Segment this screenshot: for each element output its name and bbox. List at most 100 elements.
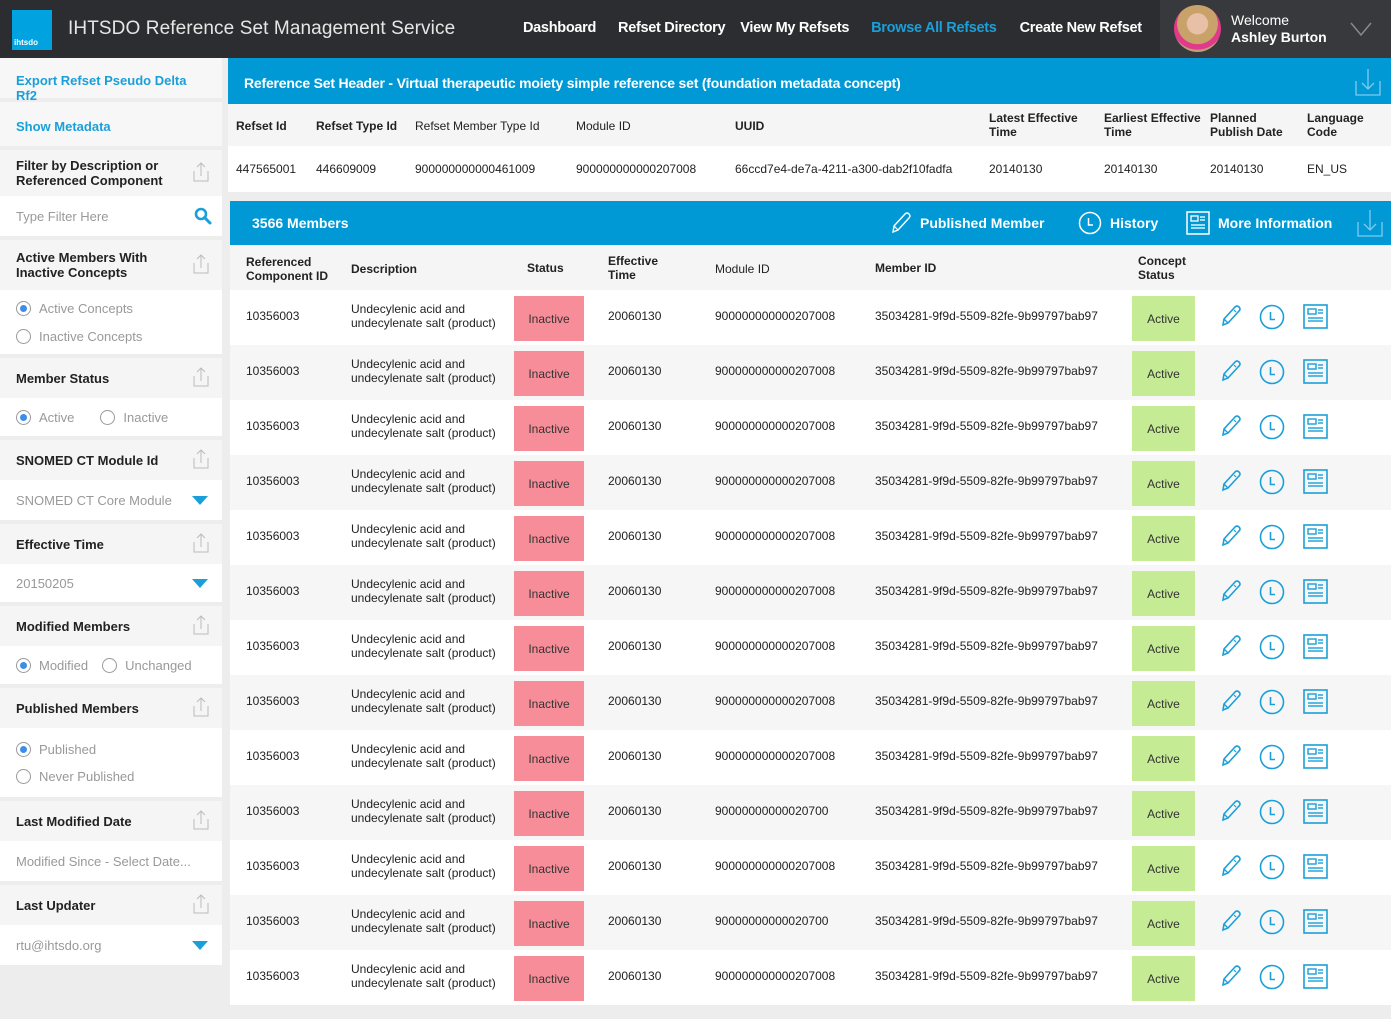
- radio-member-inactive[interactable]: Inactive: [100, 409, 168, 425]
- pencil-icon[interactable]: [1220, 689, 1242, 713]
- clock-icon[interactable]: [1259, 359, 1285, 385]
- last-updater-select[interactable]: rtu@ihtsdo.org: [0, 925, 222, 965]
- radio-never-published[interactable]: Never Published: [16, 768, 134, 784]
- nav-refset-directory[interactable]: Refset Directory: [618, 20, 726, 36]
- referenced-component-id[interactable]: 10356003: [246, 914, 299, 928]
- referenced-component-id[interactable]: 10356003: [246, 529, 299, 543]
- referenced-component-id[interactable]: 10356003: [246, 419, 299, 433]
- radio-button[interactable]: [16, 768, 31, 784]
- nav-dashboard[interactable]: Dashboard: [523, 20, 596, 36]
- radio-published[interactable]: Published: [16, 741, 96, 757]
- info-card-icon[interactable]: [1303, 909, 1329, 935]
- pencil-icon[interactable]: [1220, 744, 1242, 768]
- clock-icon[interactable]: [1259, 524, 1285, 550]
- radio-inactive-concepts[interactable]: Inactive Concepts: [16, 328, 142, 344]
- radio-button[interactable]: [16, 300, 31, 316]
- clock-icon[interactable]: [1259, 304, 1285, 330]
- share-icon[interactable]: [190, 532, 212, 554]
- last-modified-date-input[interactable]: Modified Since - Select Date...: [0, 841, 222, 881]
- dropdown-arrow-icon[interactable]: [192, 579, 208, 588]
- radio-unchanged[interactable]: Unchanged: [102, 657, 192, 673]
- pencil-icon[interactable]: [1220, 579, 1242, 603]
- info-card-icon[interactable]: [1303, 964, 1329, 990]
- nav-browse-all-refsets[interactable]: Browse All Refsets: [871, 20, 997, 36]
- info-card-icon[interactable]: [1303, 359, 1329, 385]
- dropdown-arrow-icon[interactable]: [192, 941, 208, 950]
- referenced-component-id[interactable]: 10356003: [246, 309, 299, 323]
- share-icon[interactable]: [190, 448, 212, 470]
- clock-icon[interactable]: [1259, 854, 1285, 880]
- nav-view-my-refsets[interactable]: View My Refsets: [740, 20, 849, 36]
- referenced-component-id[interactable]: 10356003: [246, 474, 299, 488]
- pencil-icon[interactable]: [1220, 359, 1242, 383]
- user-menu[interactable]: Welcome Ashley Burton: [1160, 0, 1391, 58]
- clock-icon[interactable]: [1259, 799, 1285, 825]
- clock-icon[interactable]: [1259, 469, 1285, 495]
- share-icon[interactable]: [190, 696, 212, 718]
- pencil-icon[interactable]: [1220, 414, 1242, 438]
- clock-icon[interactable]: [1259, 634, 1285, 660]
- referenced-component-id[interactable]: 10356003: [246, 804, 299, 818]
- published-member-button[interactable]: Published Member: [890, 211, 1044, 235]
- referenced-component-id[interactable]: 10356003: [246, 639, 299, 653]
- pencil-icon[interactable]: [1220, 634, 1242, 658]
- clock-icon[interactable]: [1259, 909, 1285, 935]
- pencil-icon[interactable]: [1220, 469, 1242, 493]
- referenced-component-id[interactable]: 10356003: [246, 749, 299, 763]
- share-icon[interactable]: [190, 366, 212, 388]
- radio-modified[interactable]: Modified: [16, 657, 88, 673]
- pencil-icon[interactable]: [1220, 854, 1242, 878]
- share-icon[interactable]: [190, 614, 212, 636]
- radio-button[interactable]: [102, 657, 118, 673]
- radio-button[interactable]: [16, 657, 31, 673]
- info-card-icon[interactable]: [1303, 524, 1329, 550]
- history-button[interactable]: History: [1078, 211, 1158, 235]
- show-metadata-link[interactable]: Show Metadata: [0, 102, 222, 146]
- pencil-icon[interactable]: [1220, 909, 1242, 933]
- info-card-icon[interactable]: [1303, 799, 1329, 825]
- share-icon[interactable]: [190, 253, 212, 275]
- clock-icon[interactable]: [1259, 689, 1285, 715]
- referenced-component-id[interactable]: 10356003: [246, 364, 299, 378]
- info-card-icon[interactable]: [1303, 414, 1329, 440]
- more-information-button[interactable]: More Information: [1186, 211, 1332, 235]
- info-card-icon[interactable]: [1303, 689, 1329, 715]
- module-id-select[interactable]: SNOMED CT Core Module: [0, 480, 222, 520]
- clock-icon[interactable]: [1259, 744, 1285, 770]
- avatar[interactable]: [1174, 5, 1221, 52]
- chevron-down-icon[interactable]: [1350, 18, 1372, 40]
- radio-button[interactable]: [16, 409, 31, 425]
- info-card-icon[interactable]: [1303, 579, 1329, 605]
- share-icon[interactable]: [190, 893, 212, 915]
- dropdown-arrow-icon[interactable]: [192, 496, 208, 505]
- pencil-icon[interactable]: [1220, 524, 1242, 548]
- search-icon[interactable]: [194, 207, 212, 225]
- referenced-component-id[interactable]: 10356003: [246, 969, 299, 983]
- ihtsdo-logo[interactable]: ihtsdo: [12, 10, 52, 50]
- nav-create-new-refset[interactable]: Create New Refset: [1020, 20, 1143, 36]
- info-card-icon[interactable]: [1303, 304, 1329, 330]
- radio-active-concepts[interactable]: Active Concepts: [16, 300, 133, 316]
- clock-icon[interactable]: [1259, 579, 1285, 605]
- referenced-component-id[interactable]: 10356003: [246, 859, 299, 873]
- pencil-icon[interactable]: [1220, 964, 1242, 988]
- download-icon[interactable]: [1354, 67, 1382, 97]
- share-icon[interactable]: [190, 809, 212, 831]
- clock-icon[interactable]: [1259, 964, 1285, 990]
- info-card-icon[interactable]: [1303, 469, 1329, 495]
- pencil-icon[interactable]: [1220, 799, 1242, 823]
- effective-time-select[interactable]: 20150205: [0, 564, 222, 602]
- info-card-icon[interactable]: [1303, 634, 1329, 660]
- pencil-icon[interactable]: [1220, 304, 1242, 328]
- export-refset-link[interactable]: Export Refset Pseudo Delta Rf2: [0, 58, 222, 103]
- share-icon[interactable]: [190, 161, 212, 183]
- info-card-icon[interactable]: [1303, 744, 1329, 770]
- radio-button[interactable]: [100, 409, 116, 425]
- info-card-icon[interactable]: [1303, 854, 1329, 880]
- radio-button[interactable]: [16, 741, 31, 757]
- referenced-component-id[interactable]: 10356003: [246, 584, 299, 598]
- referenced-component-id[interactable]: 10356003: [246, 694, 299, 708]
- radio-button[interactable]: [16, 328, 31, 344]
- filter-input[interactable]: Type Filter Here: [0, 196, 222, 236]
- download-icon[interactable]: [1356, 208, 1384, 238]
